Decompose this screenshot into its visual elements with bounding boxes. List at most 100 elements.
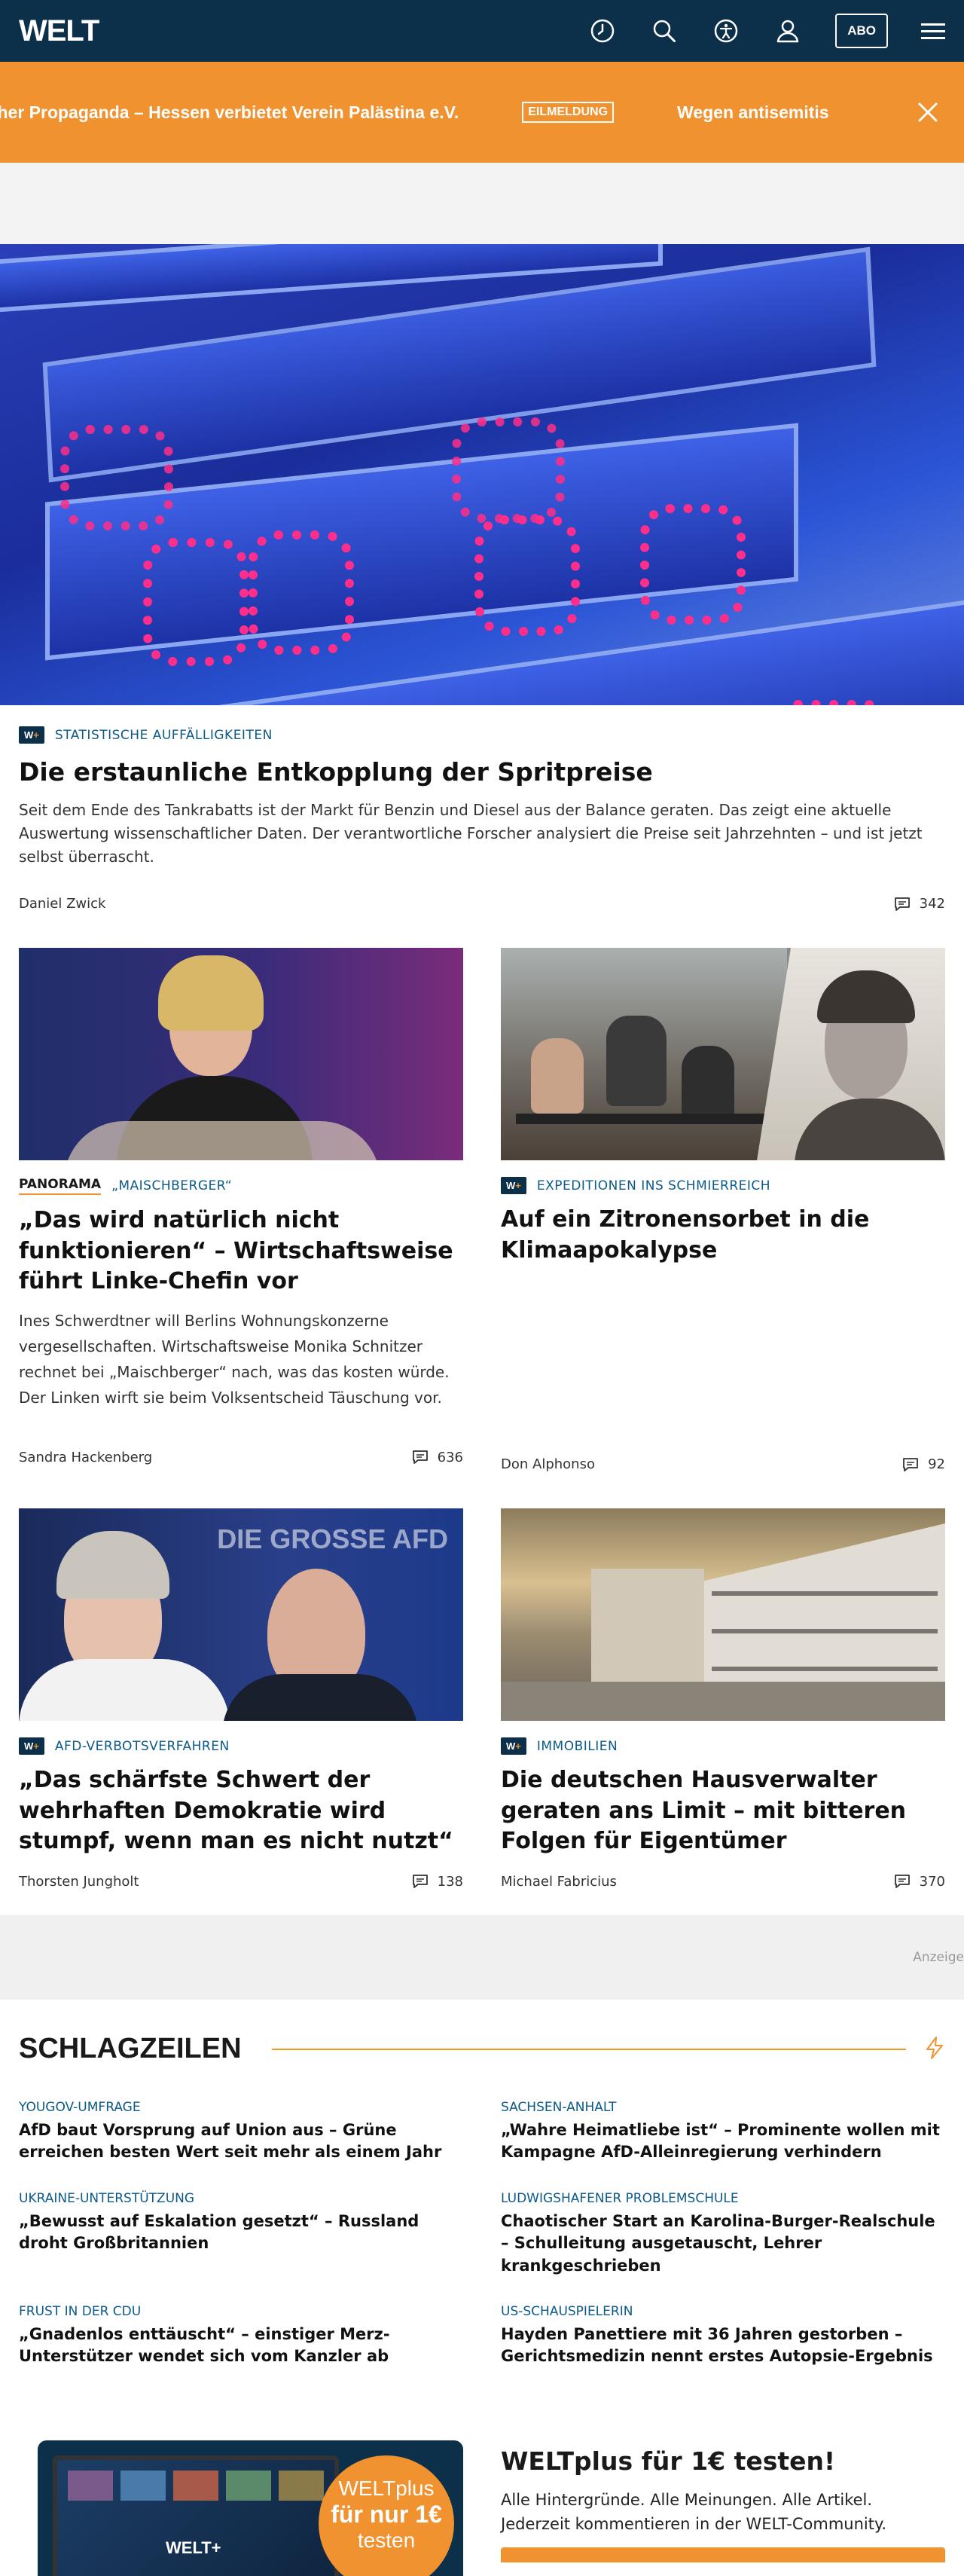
card-title[interactable]: „Das schärfste Schwert der wehrhaften De… — [19, 1765, 463, 1857]
card-kicker[interactable]: EXPEDITIONEN INS SCHMIERREICH — [537, 1178, 770, 1193]
headline-kicker[interactable]: LUDWIGSHAFENER PROBLEMSCHULE — [501, 2191, 945, 2206]
spacer — [0, 163, 964, 244]
hero-author[interactable]: Daniel Zwick — [19, 896, 105, 912]
promo-badge: WELTplus für nur 1€ testen — [319, 2455, 454, 2576]
menu-icon[interactable] — [921, 19, 945, 44]
card-comment-count: 92 — [928, 1456, 945, 1472]
headline-item[interactable]: SACHSEN-ANHALT „Wahre Heimatliebe ist“ –… — [501, 2100, 945, 2164]
ad-label: Anzeige — [913, 1950, 964, 1965]
headline-title[interactable]: Chaotischer Start an Karolina-Burger-Rea… — [501, 2211, 945, 2277]
card-footer: Michael Fabricius 370 — [501, 1874, 945, 1890]
promo-text-block: WELTplus für 1€ testen! Alle Hintergründ… — [501, 2440, 945, 2576]
top-navigation-bar: WELT ABO — [0, 0, 964, 62]
article-card[interactable]: PANORAMA „MAISCHBERGER“ „Das wird natürl… — [19, 948, 463, 1483]
card-author[interactable]: Sandra Hackenberg — [19, 1450, 152, 1465]
weltplus-promo[interactable]: WELT+ WELTplus für nur 1€ testen WELTplu… — [0, 2440, 964, 2576]
card-comment-count: 370 — [919, 1873, 945, 1890]
hero-comments[interactable]: 342 — [894, 896, 945, 912]
comment-icon — [894, 897, 910, 911]
card-footer: Sandra Hackenberg 636 — [19, 1450, 463, 1465]
headline-item[interactable]: YOUGOV-UMFRAGE AfD baut Vorsprung auf Un… — [19, 2100, 463, 2164]
headline-kicker[interactable]: YOUGOV-UMFRAGE — [19, 2100, 463, 2115]
card-kicker[interactable]: IMMOBILIEN — [537, 1739, 618, 1754]
abo-button[interactable]: ABO — [835, 14, 888, 48]
section-label[interactable]: PANORAMA — [19, 1177, 102, 1195]
wplus-badge: W+ — [19, 1737, 44, 1755]
card-author[interactable]: Michael Fabricius — [501, 1874, 617, 1890]
article-image-apartment-buildings[interactable] — [501, 1508, 945, 1721]
article-card[interactable]: W+ IMMOBILIEN Die deutschen Hausverwalte… — [501, 1508, 945, 1915]
breaking-news-ticker[interactable]: mitischer Propaganda – Hessen verbietet … — [0, 62, 964, 163]
promo-badge-line2: für nur 1€ — [331, 2500, 442, 2528]
article-image-cafe-and-portrait[interactable] — [501, 948, 945, 1160]
user-icon[interactable] — [773, 17, 802, 45]
headline-title[interactable]: Hayden Panettiere mit 36 Jahren gestorbe… — [501, 2324, 945, 2368]
headline-title[interactable]: AfD baut Vorsprung auf Union aus – Grüne… — [19, 2119, 463, 2164]
hero-image-fuel-price-sign[interactable] — [0, 244, 964, 705]
article-card[interactable]: W+ EXPEDITIONEN INS SCHMIERREICH Auf ein… — [501, 948, 945, 1483]
card-title[interactable]: Auf ein Zitronensorbet in die Klimaapoka… — [501, 1205, 945, 1266]
headlines-section: SCHLAGZEILEN YOUGOV-UMFRAGE AfD baut Vor… — [0, 2033, 964, 2395]
article-grid: PANORAMA „MAISCHBERGER“ „Das wird natürl… — [0, 948, 964, 1915]
article-card[interactable]: DIE GROSSE AFD W+ AFD-VERBOTSVERFAHREN „… — [19, 1508, 463, 1915]
card-meta: W+ EXPEDITIONEN INS SCHMIERREICH — [501, 1177, 945, 1194]
card-comments[interactable]: 138 — [412, 1874, 463, 1890]
card-author[interactable]: Thorsten Jungholt — [19, 1874, 139, 1890]
promo-text: Alle Hintergründe. Alle Meinungen. Alle … — [501, 2490, 887, 2534]
card-comment-count: 138 — [437, 1873, 463, 1890]
headline-item[interactable]: US-SCHAUSPIELERIN Hayden Panettiere mit … — [501, 2304, 945, 2368]
comment-icon — [894, 1875, 910, 1888]
headlines-divider — [271, 2048, 906, 2050]
card-comment-count: 636 — [437, 1449, 463, 1465]
card-comments[interactable]: 636 — [412, 1450, 463, 1465]
card-comments[interactable]: 92 — [902, 1456, 945, 1472]
card-kicker[interactable]: „MAISCHBERGER“ — [111, 1178, 232, 1193]
headline-title[interactable]: „Bewusst auf Eskalation gesetzt“ – Russl… — [19, 2211, 463, 2255]
headline-item[interactable]: UKRAINE-UNTERSTÜTZUNG „Bewusst auf Eskal… — [19, 2191, 463, 2277]
hero-title[interactable]: Die erstaunliche Entkopplung der Spritpr… — [19, 757, 945, 787]
promo-image-tv[interactable]: WELT+ WELTplus für nur 1€ testen — [38, 2440, 463, 2576]
card-title[interactable]: „Das wird natürlich nicht funktionieren“… — [19, 1205, 463, 1297]
headline-item[interactable]: FRUST IN DER CDU „Gnadenlos enttäuscht“ … — [19, 2304, 463, 2368]
card-meta: W+ AFD-VERBOTSVERFAHREN — [19, 1737, 463, 1755]
wplus-badge: W+ — [501, 1737, 526, 1755]
comment-icon — [903, 1457, 918, 1471]
ticker-headline-next[interactable]: Wegen antisemitis — [677, 102, 829, 123]
hero-kicker[interactable]: STATISTISCHE AUFFÄLLIGKEITEN — [55, 728, 273, 743]
headline-title[interactable]: „Gnadenlos enttäuscht“ – einstiger Merz-… — [19, 2324, 463, 2368]
hero-footer: Daniel Zwick 342 — [19, 896, 945, 912]
promo-badge-line1: WELTplus — [338, 2476, 435, 2500]
search-icon[interactable] — [650, 17, 679, 45]
promo-cta-button[interactable] — [501, 2547, 945, 2562]
hero-article[interactable]: W+ STATISTISCHE AUFFÄLLIGKEITEN Die erst… — [0, 244, 964, 912]
accessibility-icon[interactable] — [712, 17, 740, 45]
welt-logo[interactable]: WELT — [19, 14, 99, 48]
headline-title[interactable]: „Wahre Heimatliebe ist“ – Prominente wol… — [501, 2119, 945, 2164]
headline-item[interactable]: LUDWIGSHAFENER PROBLEMSCHULE Chaotischer… — [501, 2191, 945, 2277]
clock-icon[interactable] — [588, 17, 617, 45]
promo-tv-logo: WELT+ — [166, 2538, 221, 2557]
card-title[interactable]: Die deutschen Hausverwalter geraten ans … — [501, 1765, 945, 1857]
card-meta: PANORAMA „MAISCHBERGER“ — [19, 1177, 463, 1195]
headline-kicker[interactable]: US-SCHAUSPIELERIN — [501, 2304, 945, 2319]
wplus-badge: W+ — [19, 726, 44, 744]
headline-kicker[interactable]: FRUST IN DER CDU — [19, 2304, 463, 2319]
card-comments[interactable]: 370 — [894, 1874, 945, 1890]
headline-kicker[interactable]: UKRAINE-UNTERSTÜTZUNG — [19, 2191, 463, 2206]
card-teaser[interactable]: Ines Schwerdtner will Berlins Wohnungsko… — [19, 1308, 463, 1410]
headlines-header: SCHLAGZEILEN — [0, 2033, 964, 2065]
card-footer: Thorsten Jungholt 138 — [19, 1874, 463, 1890]
headline-kicker[interactable]: SACHSEN-ANHALT — [501, 2100, 945, 2115]
card-author[interactable]: Don Alphonso — [501, 1456, 595, 1472]
lightning-icon — [924, 2036, 945, 2063]
close-icon[interactable] — [913, 97, 943, 127]
article-image-talkshow-guest[interactable] — [19, 948, 463, 1160]
card-kicker[interactable]: AFD-VERBOTSVERFAHREN — [55, 1739, 230, 1754]
article-image-afd-politicians[interactable]: DIE GROSSE AFD — [19, 1508, 463, 1721]
promo-title[interactable]: WELTplus für 1€ testen! — [501, 2446, 945, 2476]
hero-teaser[interactable]: Seit dem Ende des Tankrabatts ist der Ma… — [19, 799, 945, 869]
breaking-news-badge: EILMELDUNG — [522, 102, 615, 123]
comment-icon — [412, 1875, 428, 1888]
card-meta: W+ IMMOBILIEN — [501, 1737, 945, 1755]
ticker-headline[interactable]: mitischer Propaganda – Hessen verbietet … — [0, 102, 459, 123]
